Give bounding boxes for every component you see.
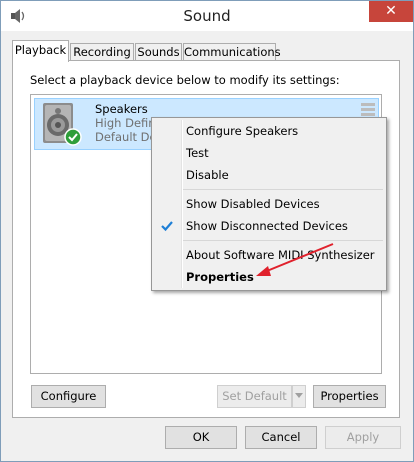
chevron-down-icon [295,393,303,398]
configure-button[interactable]: Configure [31,385,106,408]
menu-separator [183,189,383,190]
tab-playback[interactable]: Playback [12,40,69,62]
title-bar: Sound ✕ [1,1,413,31]
close-button[interactable]: ✕ [369,1,413,22]
menu-item-show-disconnected[interactable]: Show Disconnected Devices [186,216,348,236]
properties-button[interactable]: Properties [313,385,386,408]
menu-separator [183,240,383,241]
menu-item-properties[interactable]: Properties [186,267,254,287]
menu-item-test[interactable]: Test [186,143,209,163]
ok-button[interactable]: OK [165,426,237,449]
set-default-button: Set Default [217,385,292,408]
apply-button: Apply [325,426,401,449]
checkmark-icon [161,221,173,232]
tab-communications[interactable]: Communications [183,43,281,60]
device-description: High Defin [95,116,156,130]
tab-sounds[interactable]: Sounds [135,43,182,60]
cancel-button[interactable]: Cancel [245,426,317,449]
context-menu: Configure Speakers Test Disable Show Dis… [151,117,387,291]
menu-item-show-disabled[interactable]: Show Disabled Devices [186,194,320,214]
device-name: Speakers [95,102,148,116]
window-title: Sound [183,7,231,25]
menu-item-about-midi[interactable]: About Software MIDI Synthesizer [186,245,375,265]
speaker-device-icon [43,103,82,146]
menu-item-configure-speakers[interactable]: Configure Speakers [186,121,298,141]
menu-gutter [181,120,183,288]
tab-recording[interactable]: Recording [70,43,134,60]
set-default-dropdown [292,385,306,408]
menu-item-disable[interactable]: Disable [186,165,229,185]
instruction-text: Select a playback device below to modify… [30,73,340,87]
